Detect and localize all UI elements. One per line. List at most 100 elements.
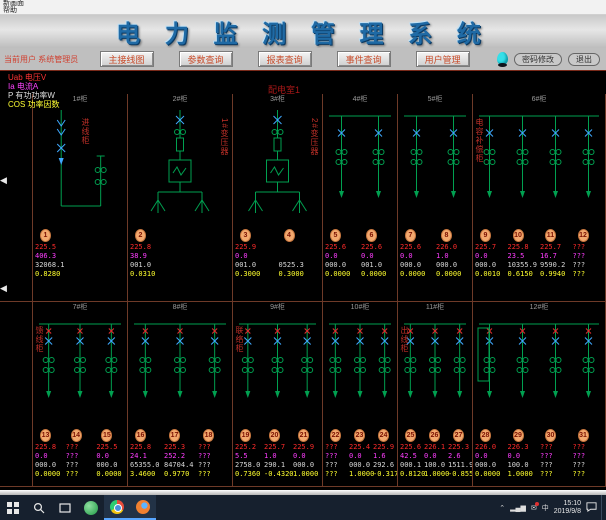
feeder-badge[interactable]: 17 xyxy=(169,429,180,442)
feeder-badge[interactable]: 20 xyxy=(269,429,280,442)
notification-badge-icon[interactable]: ✉ xyxy=(531,504,537,512)
feeder-badge[interactable]: 13 xyxy=(40,429,51,442)
taskbar-app-scada[interactable] xyxy=(130,495,156,520)
feeder-badge[interactable]: 10 xyxy=(513,229,524,242)
feeder-value-power: ??? xyxy=(540,461,573,470)
feeder-value-cos: ??? xyxy=(573,470,606,479)
feeder-badge[interactable]: 9 xyxy=(480,229,491,242)
feeder-readout-column: 19225.25.52758.00.7360 xyxy=(235,429,264,479)
feeder-badge[interactable]: 16 xyxy=(135,429,146,442)
main-wiring-diagram-button[interactable]: 主接线图 xyxy=(100,51,154,67)
feeder-value-voltage: 226.0 xyxy=(475,443,508,452)
network-icon[interactable]: ▂▄▆ xyxy=(510,504,526,512)
browser-app-icon xyxy=(110,500,124,514)
show-desktop-button[interactable] xyxy=(601,495,606,520)
feeder-badge[interactable]: 27 xyxy=(453,429,464,442)
taskbar-spacer xyxy=(156,495,499,520)
taskbar-search-button[interactable] xyxy=(26,495,52,520)
feeder-value-current: ??? xyxy=(573,452,606,461)
feeder-badge[interactable]: 2 xyxy=(135,229,146,242)
bay-8#柜: 8#柜16225.824.165355.03.460017225.3252.28… xyxy=(128,302,233,486)
feeder-value-power: 65355.0 xyxy=(130,461,164,470)
feeder-badge[interactable]: 23 xyxy=(354,429,365,442)
feeder-value-current: 16.7 xyxy=(540,252,573,261)
feeder-value-voltage: 225.3 xyxy=(164,443,198,452)
feeder-badge[interactable]: 25 xyxy=(405,429,416,442)
feeder-value-voltage: ??? xyxy=(573,243,606,252)
taskbar-app-green[interactable] xyxy=(78,495,104,520)
feeder-readout-column: 20225.71.0290.1-0.4320 xyxy=(264,429,293,479)
bay-diagram-area: 出线柜 xyxy=(398,314,472,429)
feeder-badge[interactable]: 11 xyxy=(545,229,556,242)
feeder-badge[interactable]: 8 xyxy=(441,229,452,242)
feeder-readout-column: 27225.32.61511.9-0.8550 xyxy=(448,429,472,479)
user-management-button[interactable]: 用户管理 xyxy=(416,51,470,67)
feeder-badge[interactable]: 18 xyxy=(203,429,214,442)
feeder-value-voltage: 226.1 xyxy=(424,443,448,452)
change-password-button[interactable]: 密码修改 xyxy=(514,53,562,66)
green-app-icon xyxy=(84,501,98,515)
feeder-badge[interactable]: 4 xyxy=(284,229,295,242)
feeder-value-power: 290.1 xyxy=(264,461,293,470)
bay-row-bottom: 7#柜馈线柜13225.80.0000.00.000014???????????… xyxy=(0,301,606,487)
menu-item-help[interactable]: 帮助 xyxy=(3,7,606,14)
bay-label: 10#柜 xyxy=(323,302,397,314)
feeder-badge[interactable]: 30 xyxy=(545,429,556,442)
feeder-badge[interactable]: 1 xyxy=(40,229,51,242)
tray-expand-icon[interactable]: ⌃ xyxy=(499,504,505,512)
feeder-value-cos: ??? xyxy=(325,470,349,479)
parameter-query-button[interactable]: 参数查询 xyxy=(179,51,233,67)
bay-readouts: 5225.60.0000.00.00006225.60.0001.00.0000 xyxy=(323,229,397,279)
feeder-value-voltage: ??? xyxy=(66,443,97,452)
feeder-badge[interactable]: 5 xyxy=(330,229,341,242)
feeder-badge[interactable]: 6 xyxy=(366,229,377,242)
feeder-badge[interactable]: 24 xyxy=(378,429,389,442)
feeder-value-cos: -0.4320 xyxy=(264,470,293,479)
feeder-value-voltage: ??? xyxy=(325,443,349,452)
bay-7#柜: 7#柜馈线柜13225.80.0000.00.000014???????????… xyxy=(33,302,128,486)
feeder-value-power: 10355.9 xyxy=(508,261,541,270)
feeder-value-current: 1.0 xyxy=(264,452,293,461)
action-center-button[interactable] xyxy=(586,501,597,514)
report-query-button[interactable]: 报表查询 xyxy=(258,51,312,67)
bay-label: 12#柜 xyxy=(473,302,605,314)
feeder-badge[interactable]: 12 xyxy=(578,229,589,242)
bay-label: 5#柜 xyxy=(398,94,472,106)
feeder-badge[interactable]: 3 xyxy=(240,229,251,242)
feeder-badge[interactable]: 7 xyxy=(405,229,416,242)
feeder-badge[interactable]: 14 xyxy=(71,429,82,442)
feeder-value-voltage: 225.3 xyxy=(448,443,472,452)
bay-row-top: 1#柜进线柜1225.5406.332068.10.82802#柜1#变压器22… xyxy=(0,94,606,301)
single-line-diagram xyxy=(473,314,605,429)
feeder-value-cos: 0.0000 xyxy=(400,270,436,279)
feeder-value-current: 0.0 xyxy=(325,252,361,261)
taskbar-app-browser[interactable] xyxy=(104,495,130,520)
feeder-badge[interactable]: 31 xyxy=(578,429,589,442)
feeder-badge[interactable]: 29 xyxy=(513,429,524,442)
logout-button[interactable]: 退出 xyxy=(568,53,600,66)
taskbar-clock[interactable]: 15:10 2019/9/8 xyxy=(554,500,581,516)
feeder-value-power: 000.0 xyxy=(475,461,508,470)
scroll-left-arrow[interactable]: ◀ xyxy=(0,283,7,294)
feeder-value-voltage: 225.9 xyxy=(293,443,322,452)
bay-label: 11#柜 xyxy=(398,302,472,314)
feeder-readout-column: 5225.60.0000.00.0000 xyxy=(325,229,361,279)
feeder-value-power: ??? xyxy=(325,461,349,470)
feeder-badge[interactable]: 28 xyxy=(480,429,491,442)
feeder-value-cos: 0.0310 xyxy=(130,270,232,279)
feeder-value-power: 000.0 xyxy=(400,261,436,270)
feeder-badge[interactable]: 21 xyxy=(298,429,309,442)
feeder-badge[interactable]: 19 xyxy=(240,429,251,442)
task-view-button[interactable] xyxy=(52,495,78,520)
legend-item: Uab 电压V xyxy=(8,73,60,82)
event-query-button[interactable]: 事件查询 xyxy=(337,51,391,67)
feeder-badge[interactable]: 22 xyxy=(330,429,341,442)
menu-item-new-view[interactable]: 新画面 xyxy=(3,0,606,7)
bay-readouts: 9225.70.0000.00.001010225.823.510355.90.… xyxy=(473,229,605,279)
start-button[interactable] xyxy=(0,495,26,520)
feeder-badge[interactable]: 15 xyxy=(101,429,112,442)
scroll-left-arrow[interactable]: ◀ xyxy=(0,175,7,186)
bay-readouts: 3225.90.0001.00.30004 0525.30.3000 xyxy=(233,229,322,279)
ime-indicator[interactable]: 中 xyxy=(542,503,549,513)
feeder-badge[interactable]: 26 xyxy=(429,429,440,442)
